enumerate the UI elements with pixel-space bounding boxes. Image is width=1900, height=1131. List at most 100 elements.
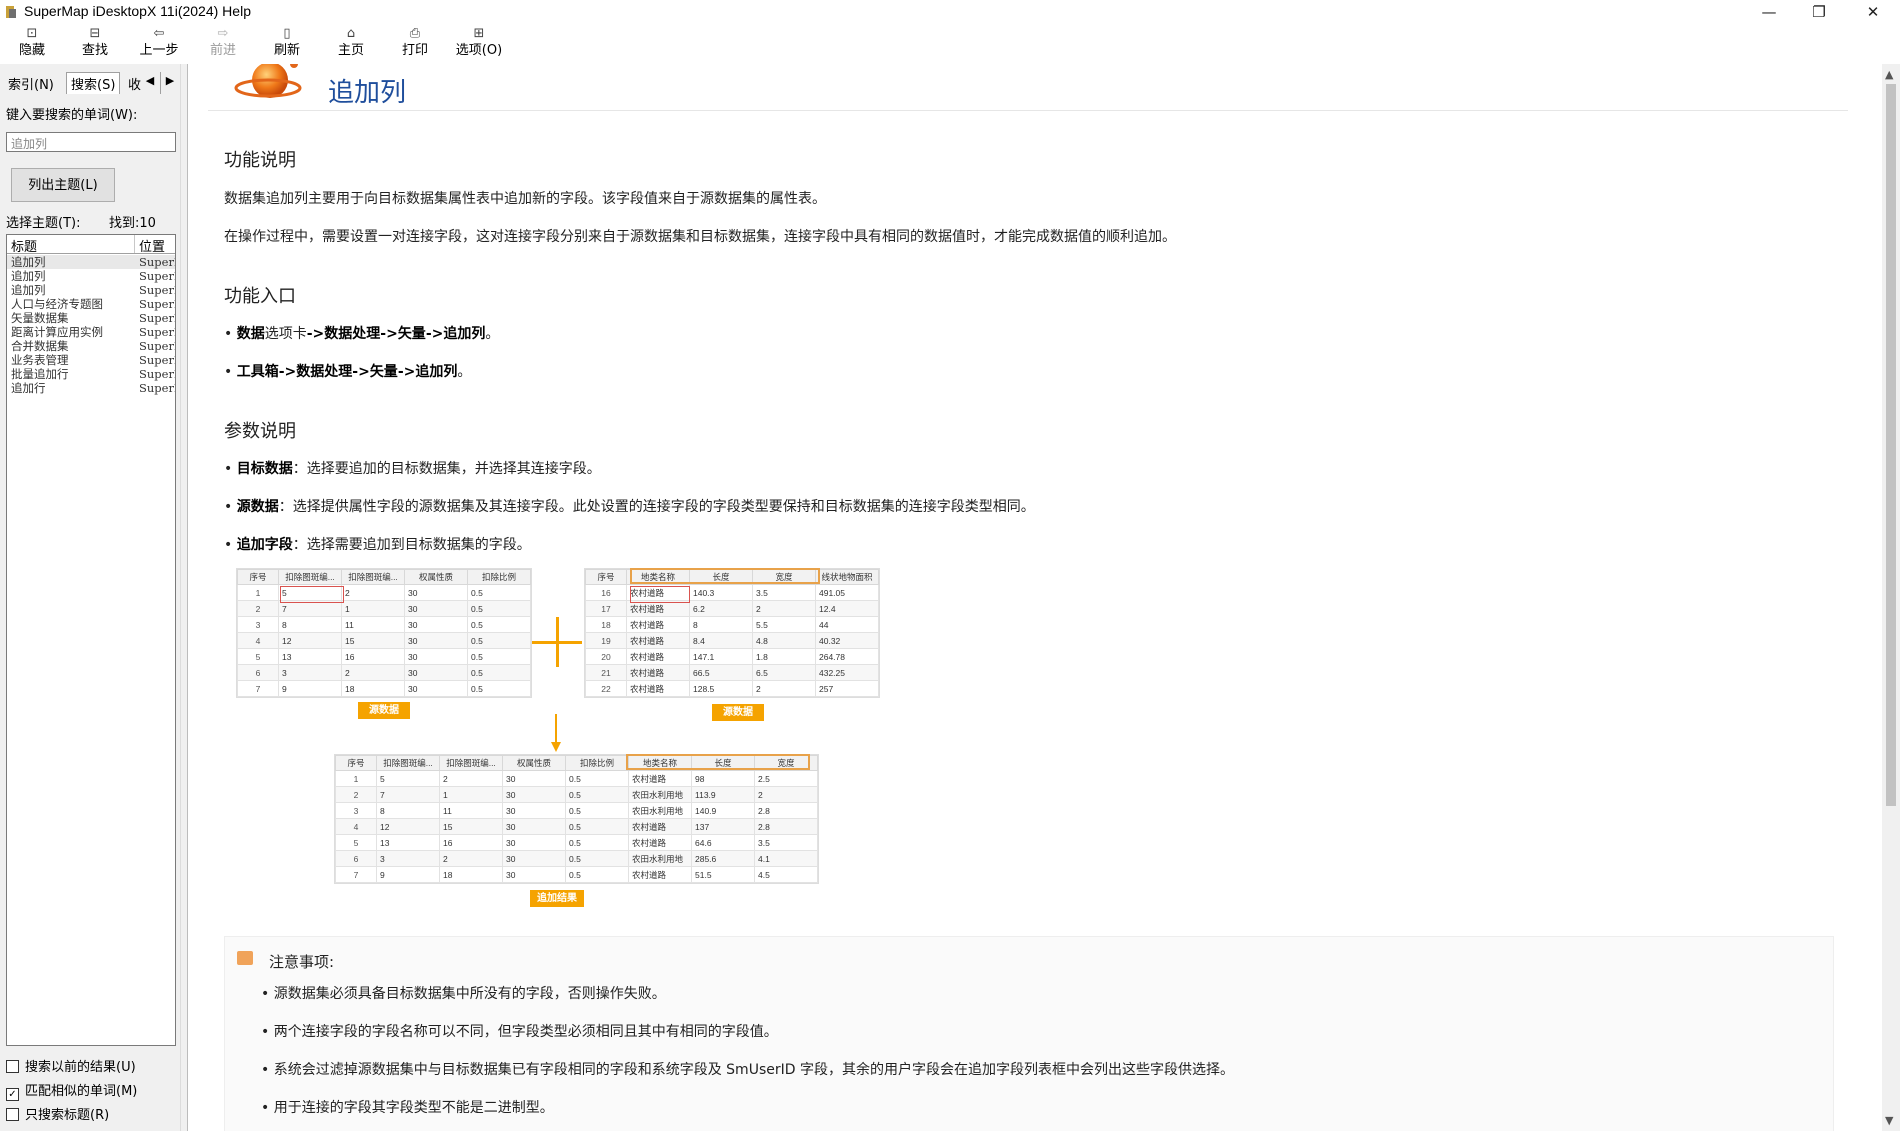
table-cell: 30	[502, 802, 566, 819]
table-header-cell: 扣除图斑编...	[439, 755, 503, 771]
list-topics-button[interactable]: 列出主题(L)	[11, 168, 115, 202]
table-cell: 30	[502, 786, 566, 803]
home-icon: ⌂	[346, 26, 356, 41]
list-item[interactable]: 批量追加行 SuperMap	[7, 367, 175, 381]
tab-scroll-left-icon[interactable]: ◀	[144, 74, 156, 87]
table-cell: 0.5	[467, 632, 531, 649]
list-item-title: 距离计算应用实例	[11, 325, 103, 339]
back-button[interactable]: ⇦ 上一步	[129, 26, 189, 60]
table-header-cell: 序号	[585, 569, 627, 585]
vertical-scrollbar[interactable]: ▲ ▼	[1882, 64, 1900, 1131]
match-similar-checkbox[interactable]: ✓ 匹配相似的单词(M)	[6, 1080, 137, 1101]
table-cell: 1	[237, 584, 279, 601]
refresh-icon: ▯	[283, 26, 291, 41]
tab-favorites[interactable]: 收	[128, 74, 141, 93]
checkbox-box[interactable]	[6, 1108, 19, 1121]
table-cell: 30	[502, 834, 566, 851]
tab-scroll-right-icon[interactable]: ▶	[164, 74, 176, 87]
search-previous-checkbox[interactable]: 搜索以前的结果(U)	[6, 1056, 136, 1075]
table-cell: 0.5	[467, 664, 531, 681]
pane-splitter[interactable]	[180, 64, 188, 1131]
restore-button[interactable]: ❐	[1796, 0, 1842, 24]
print-button[interactable]: ⎙ 打印	[385, 26, 445, 60]
list-item[interactable]: 距离计算应用实例 SuperMap	[7, 325, 175, 339]
table-cell: 1	[341, 600, 405, 617]
list-item[interactable]: 业务表管理 SuperMap	[7, 353, 175, 367]
table-cell: 9	[376, 866, 440, 883]
minimize-button[interactable]: —	[1746, 0, 1792, 24]
note-item: • 源数据集必须具备目标数据集中所没有的字段，否则操作失败。	[261, 986, 666, 1002]
close-button[interactable]: ✕	[1850, 0, 1896, 24]
refresh-button[interactable]: ▯ 刷新	[257, 26, 317, 60]
table-cell: 21	[585, 664, 627, 681]
options-button[interactable]: ⊞ 选项(O)	[449, 26, 509, 60]
list-item-location: SuperMap	[139, 269, 175, 283]
hide-button[interactable]: ⊡ 隐藏	[2, 26, 62, 60]
note-icon	[237, 951, 253, 965]
tab-index[interactable]: 索引(N)	[8, 74, 54, 93]
scroll-up-icon[interactable]: ▲	[1885, 68, 1893, 81]
table-row: 5 13 16 30 0.5	[237, 648, 531, 665]
table-cell: 2	[752, 680, 816, 697]
table-cell: 0.5	[467, 616, 531, 633]
checkbox-box[interactable]	[6, 1060, 19, 1073]
forward-arrow-icon: ⇨	[217, 26, 229, 41]
table-cell: 30	[404, 680, 468, 697]
table-cell: 农田水利用地	[628, 850, 692, 867]
tab-search[interactable]: 搜索(S)	[66, 72, 121, 94]
checkmark-icon[interactable]: ✓	[6, 1088, 19, 1101]
table-cell: 19	[585, 632, 627, 649]
tab-divider	[160, 72, 161, 94]
note-item-text: 两个连接字段的字段名称可以不同，但字段类型必须相同且其中有相同的字段值。	[273, 1024, 778, 1040]
table-cell: 0.5	[565, 786, 629, 803]
table-header-cell: 线状地物面积	[815, 569, 879, 585]
column-divider[interactable]	[134, 235, 135, 253]
list-item[interactable]: 追加列 SuperMap	[7, 255, 175, 269]
back-label: 上一步	[139, 43, 179, 58]
list-item[interactable]: 人口与经济专题图 SuperMap	[7, 297, 175, 311]
options-icon: ⊞	[473, 26, 485, 41]
table-cell: 3	[278, 664, 342, 681]
entry-arrow: ->	[425, 326, 444, 342]
scroll-down-icon[interactable]: ▼	[1885, 1114, 1893, 1127]
list-item[interactable]: 追加行 SuperMap	[7, 381, 175, 395]
select-topic-label: 选择主题(T):	[6, 216, 81, 231]
table-cell: 4.5	[754, 866, 818, 883]
list-item[interactable]: 追加列 SuperMap	[7, 269, 175, 283]
table-cell: 4.8	[752, 632, 816, 649]
results-list[interactable]: 标题 位置 追加列 SuperMap 追加列 SuperMap 追加列 SuperMa…	[6, 234, 176, 1046]
home-button[interactable]: ⌂ 主页	[321, 26, 381, 60]
find-icon: ⊟	[89, 26, 101, 41]
list-item[interactable]: 合并数据集 SuperMap	[7, 339, 175, 353]
table-cell: 2	[237, 600, 279, 617]
keyword-input[interactable]: 追加列	[6, 132, 176, 152]
refresh-label: 刷新	[273, 43, 300, 58]
navigation-pane: 索引(N) 搜索(S) 收 ◀ ▶ 键入要搜索的单词(W): 追加列 列出主题(…	[0, 64, 180, 1131]
scroll-thumb[interactable]	[1886, 84, 1896, 806]
list-item-title: 人口与经济专题图	[11, 297, 103, 311]
table-cell: 3	[237, 616, 279, 633]
table-cell: 30	[502, 866, 566, 883]
entry-bold: 数据	[236, 326, 265, 342]
list-item-location: SuperMap	[139, 297, 175, 311]
table-cell: 0.5	[467, 680, 531, 697]
column-title[interactable]: 标题	[11, 236, 37, 255]
table-cell: 432.25	[815, 664, 879, 681]
find-button[interactable]: ⊟ 查找	[65, 26, 125, 60]
titles-only-checkbox[interactable]: 只搜索标题(R)	[6, 1104, 109, 1123]
table-cell: 13	[278, 648, 342, 665]
checkbox-label: 匹配相似的单词(M)	[25, 1084, 138, 1099]
entry-text: 选项卡	[264, 326, 307, 342]
table-cell: 17	[585, 600, 627, 617]
column-location[interactable]: 位置	[139, 236, 165, 255]
supermap-globe-logo	[234, 64, 302, 98]
table-cell: 农田水利用地	[628, 786, 692, 803]
table-cell: 农村道路	[626, 632, 690, 649]
description-paragraph: 在操作过程中，需要设置一对连接字段，这对连接字段分别来自于源数据集和目标数据集，…	[224, 229, 1176, 245]
forward-button[interactable]: ⇨ 前进	[193, 26, 253, 60]
list-item[interactable]: 矢量数据集 SuperMap	[7, 311, 175, 325]
entry-arrow: ->	[380, 326, 398, 342]
table-cell: 12.4	[815, 600, 879, 617]
toolbar: ⊡ 隐藏 ⊟ 查找 ⇦ 上一步 ⇨ 前进 ▯ 刷新 ⌂ 主页 ⎙ 打印 ⊞ 选项…	[0, 24, 1900, 64]
list-item[interactable]: 追加列 SuperMap	[7, 283, 175, 297]
